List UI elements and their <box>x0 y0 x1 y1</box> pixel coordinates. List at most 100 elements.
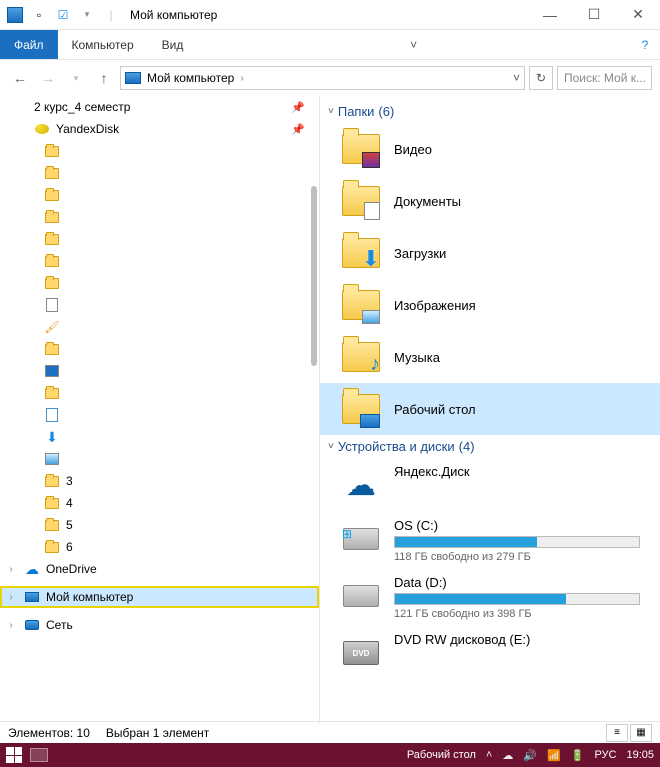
tray-language[interactable]: РУС <box>594 749 616 761</box>
view-icons-button[interactable]: ▦ <box>630 724 652 742</box>
tree-item-paint[interactable]: 🖌 <box>0 316 319 338</box>
folder-icon <box>44 231 60 247</box>
folder-documents[interactable]: Документы <box>320 175 660 227</box>
folder-icon <box>44 495 60 511</box>
tree-item-mycomputer[interactable]: › Мой компьютер <box>0 586 319 608</box>
tree-item-folder[interactable] <box>0 382 319 404</box>
tray-cloud-icon[interactable]: ☁ <box>502 749 513 762</box>
expand-icon[interactable]: › <box>4 620 18 631</box>
start-button[interactable] <box>6 747 22 763</box>
tree-item-3[interactable]: 3 <box>0 470 319 492</box>
tree-item-folder[interactable] <box>0 184 319 206</box>
taskbar-app-icon[interactable] <box>30 748 48 762</box>
up-button[interactable]: ↑ <box>92 66 116 90</box>
tree-item-folder[interactable] <box>0 228 319 250</box>
tree-item-network[interactable]: › Сеть <box>0 614 319 636</box>
maximize-button[interactable]: ☐ <box>572 0 616 30</box>
forward-button[interactable]: → <box>36 66 60 90</box>
qat-checkbox-icon[interactable]: ☑ <box>52 4 74 26</box>
device-yandex[interactable]: ☁ Яндекс.Диск <box>320 458 660 512</box>
folder-icon <box>340 284 382 326</box>
desktop-overlay-icon <box>360 414 380 428</box>
folder-music[interactable]: ♪ Музыка <box>320 331 660 383</box>
back-button[interactable]: ← <box>8 66 32 90</box>
drive-usage-bar <box>394 536 640 548</box>
qat-dropdown-icon[interactable]: ▾ <box>76 4 98 26</box>
pin-icon[interactable]: 📌 <box>291 101 305 114</box>
help-icon[interactable]: ? <box>630 30 660 59</box>
tree-item-textdoc[interactable] <box>0 404 319 426</box>
tree-item-course[interactable]: 2 курс_4 семестр 📌 <box>0 96 319 118</box>
folder-icon <box>44 187 60 203</box>
tray-label[interactable]: Рабочий стол <box>407 749 476 761</box>
folder-icon: ⬇ <box>340 232 382 274</box>
chevron-down-icon: ˅ <box>328 106 334 117</box>
folder-icon <box>44 341 60 357</box>
tree-item-folder[interactable] <box>0 338 319 360</box>
refresh-button[interactable]: ↻ <box>529 66 553 90</box>
navigation-bar: ← → ▾ ↑ Мой компьютер › ˅ ↻ Поиск: Мой к… <box>0 60 660 96</box>
search-input[interactable]: Поиск: Мой к... <box>557 66 652 90</box>
folder-icon <box>44 275 60 291</box>
tab-view[interactable]: Вид <box>148 30 198 59</box>
folder-desktop[interactable]: Рабочий стол <box>320 383 660 435</box>
device-data[interactable]: Data (D:) 121 ГБ свободно из 398 ГБ <box>320 569 660 626</box>
tree-item-4[interactable]: 4 <box>0 492 319 514</box>
drive-icon: ⊞ <box>340 518 382 560</box>
expand-icon[interactable]: › <box>4 592 18 603</box>
tree-item-folder[interactable] <box>0 206 319 228</box>
close-button[interactable]: ✕ <box>616 0 660 30</box>
tray-network-icon[interactable]: 📶 <box>547 749 561 762</box>
item-label: Загрузки <box>394 246 446 261</box>
music-overlay-icon: ♪ <box>370 353 380 376</box>
folder-images[interactable]: Изображения <box>320 279 660 331</box>
window-title: Мой компьютер <box>130 8 217 22</box>
download-icon: ⬇ <box>44 429 60 445</box>
status-selection: Выбран 1 элемент <box>106 726 209 740</box>
folder-video[interactable]: Видео <box>320 123 660 175</box>
tree-item-image[interactable] <box>0 448 319 470</box>
device-os[interactable]: ⊞ OS (C:) 118 ГБ свободно из 279 ГБ <box>320 512 660 569</box>
pin-icon[interactable]: 📌 <box>291 123 305 136</box>
tray-battery-icon[interactable]: 🔋 <box>571 749 585 762</box>
qat-properties-icon[interactable]: ▫ <box>28 4 50 26</box>
tree-item-yandexdisk[interactable]: YandexDisk 📌 <box>0 118 319 140</box>
address-icon <box>125 72 141 84</box>
tree-item-6[interactable]: 6 <box>0 536 319 558</box>
view-details-button[interactable]: ≡ <box>606 724 628 742</box>
tree-item-folder[interactable] <box>0 140 319 162</box>
tree-item-onedrive[interactable]: › ☁ OneDrive <box>0 558 319 580</box>
folder-icon <box>340 128 382 170</box>
textdoc-icon <box>44 407 60 423</box>
section-folders[interactable]: ˅ Папки (6) <box>320 100 660 123</box>
tab-computer[interactable]: Компьютер <box>58 30 148 59</box>
app-icon[interactable] <box>4 4 26 26</box>
tree-label: 5 <box>66 518 73 532</box>
device-dvd[interactable]: DVD DVD RW дисковод (E:) <box>320 626 660 680</box>
expand-icon[interactable]: › <box>4 564 18 575</box>
item-label: Рабочий стол <box>394 402 476 417</box>
tree-item-image[interactable] <box>0 360 319 382</box>
address-bar[interactable]: Мой компьютер › ˅ <box>120 66 525 90</box>
recent-dropdown-icon[interactable]: ▾ <box>64 66 88 90</box>
taskbar[interactable]: Рабочий стол ˄ ☁ 🔊 📶 🔋 РУС 19:05 <box>0 743 660 767</box>
ribbon-toggle-icon[interactable]: ˅ <box>399 30 429 59</box>
tree-item-doc[interactable] <box>0 294 319 316</box>
address-dropdown-icon[interactable]: ˅ <box>513 71 520 85</box>
section-devices[interactable]: ˅ Устройства и диски (4) <box>320 435 660 458</box>
tray-clock[interactable]: 19:05 <box>626 749 654 761</box>
tree-item-folder[interactable] <box>0 272 319 294</box>
tree-item-folder[interactable] <box>0 162 319 184</box>
folder-downloads[interactable]: ⬇ Загрузки <box>320 227 660 279</box>
tree-item-download[interactable]: ⬇ <box>0 426 319 448</box>
network-icon <box>24 617 40 633</box>
minimize-button[interactable]: — <box>528 0 572 30</box>
tray-volume-icon[interactable]: 🔊 <box>523 749 537 762</box>
tray-up-icon[interactable]: ˄ <box>486 749 492 761</box>
tree-item-folder[interactable] <box>0 250 319 272</box>
item-label: Изображения <box>394 298 476 313</box>
tree-item-5[interactable]: 5 <box>0 514 319 536</box>
address-chevron-icon[interactable]: › <box>240 73 243 84</box>
tab-file[interactable]: Файл <box>0 30 58 59</box>
scrollbar-thumb[interactable] <box>311 186 317 366</box>
